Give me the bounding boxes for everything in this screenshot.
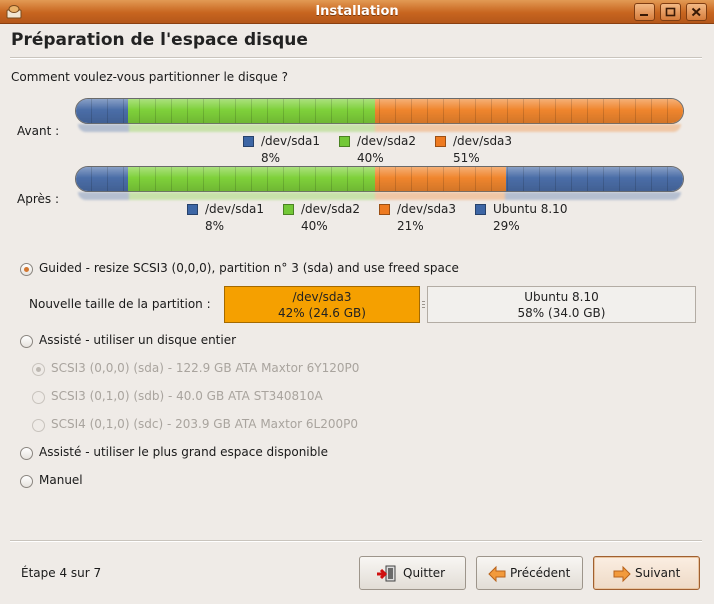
disk-sdc-label[interactable]: SCSI4 (0,1,0) (sdc) - 203.9 GB ATA Maxto… — [51, 417, 358, 431]
resize-left-value: 42% (24.6 GB) — [278, 306, 366, 320]
largest-free-label[interactable]: Assisté - utiliser le plus grand espace … — [39, 445, 328, 459]
legend-percent: 8% — [205, 219, 225, 233]
maximize-button[interactable] — [660, 3, 681, 21]
legend-percent: 51% — [453, 151, 480, 165]
disk-sda-radio[interactable] — [32, 363, 45, 376]
before-bar-reflection — [78, 124, 681, 132]
window-title: Installation — [315, 4, 399, 19]
before-segment-3 — [375, 99, 683, 123]
disk-sdc-radio[interactable] — [32, 419, 45, 432]
legend-swatch — [187, 204, 198, 215]
disk-sdb-label[interactable]: SCSI3 (0,1,0) (sdb) - 40.0 GB ATA ST3408… — [51, 389, 323, 403]
legend-name: /dev/sda2 — [357, 134, 417, 148]
after-reflection-segment — [504, 192, 681, 200]
after-label: Après : — [17, 192, 59, 206]
quit-icon — [376, 565, 398, 586]
legend-percent: 8% — [261, 151, 281, 165]
guided-resize-label[interactable]: Guided - resize SCSI3 (0,0,0), partition… — [39, 261, 459, 275]
quit-label: Quitter — [403, 566, 446, 580]
page-title: Préparation de l'espace disque — [11, 30, 308, 50]
legend-name: /dev/sda2 — [301, 202, 361, 216]
before-reflection-segment — [78, 124, 130, 132]
after-reflection-segment — [375, 192, 505, 200]
legend-swatch — [283, 204, 294, 215]
legend-swatch — [243, 136, 254, 147]
disk-sdb-radio[interactable] — [32, 391, 45, 404]
disk-sda-label[interactable]: SCSI3 (0,0,0) (sda) - 122.9 GB ATA Maxto… — [51, 361, 359, 375]
legend-name: Ubuntu 8.10 — [493, 202, 568, 216]
footer-separator — [10, 540, 702, 542]
arrow-right-icon — [612, 565, 632, 586]
legend-name: /dev/sda1 — [261, 134, 321, 148]
legend-percent: 21% — [397, 219, 424, 233]
maximize-icon — [665, 7, 676, 17]
close-button[interactable] — [686, 3, 707, 21]
resize-right-name: Ubuntu 8.10 — [524, 290, 599, 304]
manual-radio[interactable] — [20, 475, 33, 488]
after-segment-2 — [127, 167, 376, 191]
partition-question: Comment voulez-vous partitionner le disq… — [11, 70, 288, 84]
legend-swatch — [339, 136, 350, 147]
after-reflection-segment — [129, 192, 376, 200]
arrow-left-icon — [487, 565, 507, 586]
before-partition-bar — [75, 98, 684, 124]
after-reflection-segment — [78, 192, 130, 200]
resize-right-value: 58% (34.0 GB) — [517, 306, 606, 320]
after-segment-4 — [505, 167, 683, 191]
title-bar: Installation — [0, 0, 714, 24]
before-segment-2 — [127, 99, 376, 123]
minimize-button[interactable] — [634, 3, 655, 21]
after-partition-bar — [75, 166, 684, 192]
legend-swatch — [475, 204, 486, 215]
legend-swatch — [379, 204, 390, 215]
legend-percent: 40% — [301, 219, 328, 233]
previous-button[interactable]: Précédent — [476, 556, 583, 590]
step-indicator: Étape 4 sur 7 — [21, 566, 102, 580]
guided-resize-radio[interactable] — [20, 263, 33, 276]
legend-percent: 40% — [357, 151, 384, 165]
whole-disk-label[interactable]: Assisté - utiliser un disque entier — [39, 333, 236, 347]
after-segment-3 — [375, 167, 506, 191]
header-separator — [10, 57, 702, 59]
after-segment-1 — [76, 167, 128, 191]
quit-button[interactable]: Quitter — [359, 556, 466, 590]
legend-name: /dev/sda3 — [453, 134, 513, 148]
resize-left-partition: /dev/sda3 42% (24.6 GB) — [224, 286, 420, 323]
legend-name: /dev/sda1 — [205, 202, 265, 216]
resize-right-partition: Ubuntu 8.10 58% (34.0 GB) — [427, 286, 696, 323]
legend-name: /dev/sda3 — [397, 202, 457, 216]
legend-percent: 29% — [493, 219, 520, 233]
before-reflection-segment — [375, 124, 681, 132]
next-button[interactable]: Suivant — [593, 556, 700, 590]
before-reflection-segment — [129, 124, 376, 132]
minimize-icon — [640, 14, 648, 16]
previous-label: Précédent — [510, 566, 571, 580]
resize-left-name: /dev/sda3 — [292, 290, 352, 304]
close-icon — [691, 7, 701, 17]
whole-disk-radio[interactable] — [20, 335, 33, 348]
before-label: Avant : — [17, 124, 60, 138]
manual-label[interactable]: Manuel — [39, 473, 83, 487]
largest-free-radio[interactable] — [20, 447, 33, 460]
next-label: Suivant — [635, 566, 681, 580]
new-size-label: Nouvelle taille de la partition : — [29, 297, 211, 311]
before-segment-1 — [76, 99, 128, 123]
after-bar-reflection — [78, 192, 681, 200]
legend-swatch — [435, 136, 446, 147]
